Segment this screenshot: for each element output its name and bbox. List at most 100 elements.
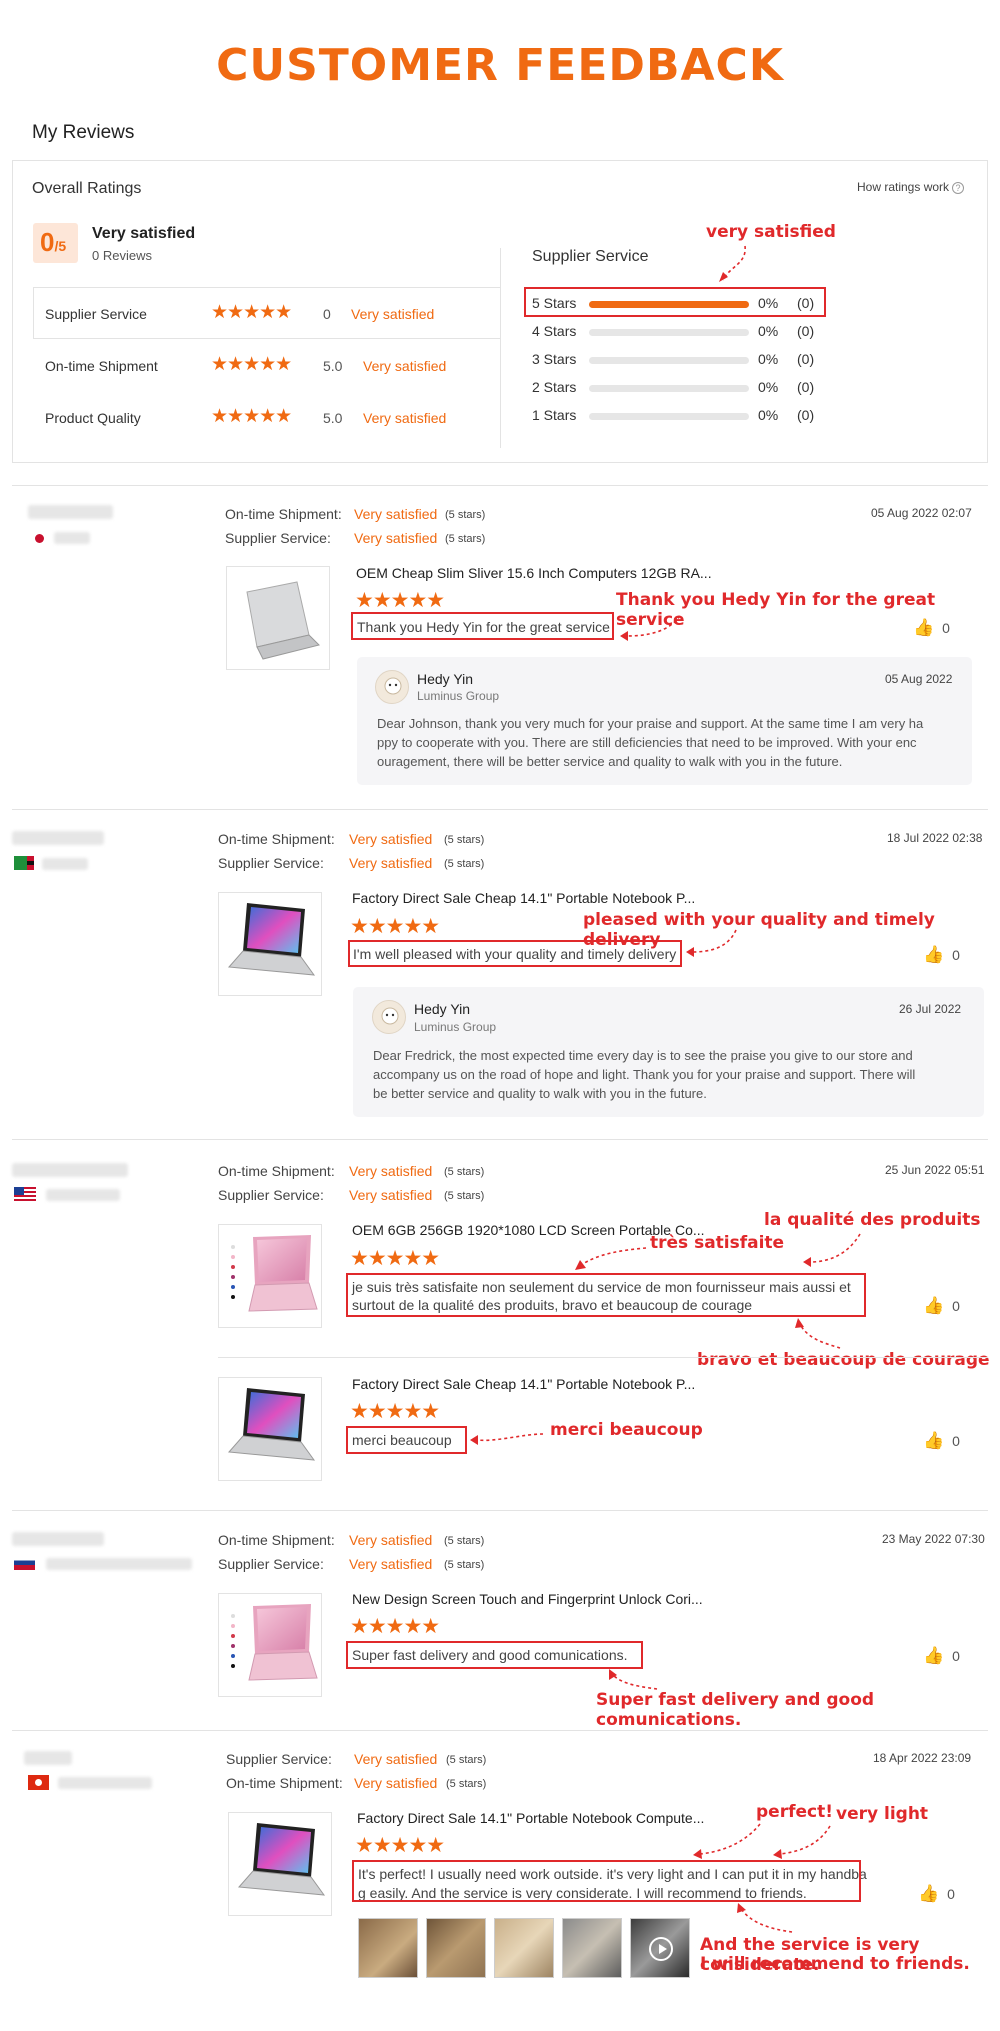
- review-stars: ★★★★★: [350, 1400, 440, 1423]
- thumbs-up-icon: 👍: [918, 1884, 940, 1903]
- annotation-arrow: [719, 245, 746, 282]
- reviewer-country: [58, 1777, 152, 1789]
- star-bar-count: (0): [797, 295, 815, 311]
- help-icon: ?: [952, 181, 965, 194]
- thumbs-up-icon: 👍: [923, 1646, 945, 1665]
- highlight-box: [346, 1426, 467, 1454]
- product-thumbnail[interactable]: [228, 1812, 332, 1916]
- star-bar-label[interactable]: 5 Stars: [532, 295, 576, 311]
- ontime-value: Very satisfied: [354, 1775, 438, 1791]
- review-photo[interactable]: [426, 1918, 486, 1978]
- like-button[interactable]: 👍 0: [923, 1646, 960, 1666]
- divider: [12, 809, 988, 810]
- review-photo[interactable]: [562, 1918, 622, 1978]
- review-stars: ★★★★★: [355, 589, 445, 612]
- avatar: [372, 1000, 406, 1034]
- star-bar: [589, 413, 749, 420]
- review-stars: ★★★★★: [350, 915, 440, 938]
- thumbs-up-icon: 👍: [913, 618, 935, 637]
- product-title[interactable]: Factory Direct Sale Cheap 14.1" Portable…: [352, 890, 695, 906]
- review-date: 05 Aug 2022 02:07: [871, 506, 972, 520]
- thumbs-up-icon: 👍: [923, 945, 945, 964]
- reviewer-name: [28, 505, 113, 519]
- supplier-stars-text: (5 stars): [445, 533, 486, 545]
- product-thumbnail[interactable]: [218, 1224, 322, 1328]
- ontime-value: Very satisfied: [349, 831, 433, 847]
- reviewer-country: [42, 858, 88, 870]
- product-title[interactable]: New Design Screen Touch and Fingerprint …: [352, 1591, 703, 1607]
- annotation: pleased with your quality and timely del…: [583, 910, 935, 950]
- rating-stars: ★★★★★: [211, 302, 292, 323]
- like-button[interactable]: 👍 0: [923, 945, 960, 965]
- star-bar-label[interactable]: 2 Stars: [532, 379, 576, 395]
- divider: [500, 248, 501, 448]
- annotation-arrow: [795, 1318, 841, 1349]
- like-button[interactable]: 👍 0: [913, 618, 950, 638]
- thumbs-up-icon: 👍: [923, 1431, 945, 1450]
- supplier-stars-text: (5 stars): [444, 1190, 485, 1202]
- reviewer-name: [24, 1751, 72, 1765]
- reply-text-line: Dear Johnson, thank you very much for yo…: [377, 716, 924, 731]
- ontime-value: Very satisfied: [354, 506, 438, 522]
- annotation-arrow: [693, 1823, 761, 1859]
- review-video-thumbnail[interactable]: [630, 1918, 690, 1978]
- star-bar: [589, 301, 749, 308]
- reply-org: Luminus Group: [417, 689, 500, 703]
- overall-ratings-label: Overall Ratings: [32, 180, 142, 197]
- review-photo[interactable]: [358, 1918, 418, 1978]
- annotation: Super fast delivery and good comunicatio…: [596, 1690, 875, 1730]
- review-stars: ★★★★★: [355, 1834, 445, 1857]
- supplier-value: Very satisfied: [354, 1751, 438, 1767]
- play-icon: [649, 1937, 673, 1961]
- annotation: very light: [836, 1804, 929, 1824]
- rating-value: 5.0: [323, 410, 343, 426]
- product-title[interactable]: Factory Direct Sale 14.1" Portable Noteb…: [357, 1810, 704, 1826]
- product-thumbnail[interactable]: [218, 892, 322, 996]
- avatar: [375, 670, 409, 704]
- review-photo[interactable]: [494, 1918, 554, 1978]
- flag-icon: [14, 1556, 35, 1570]
- star-bar-label[interactable]: 1 Stars: [532, 407, 576, 423]
- product-thumbnail[interactable]: [226, 566, 330, 670]
- rating-label-supplier-service[interactable]: Supplier Service: [45, 306, 147, 322]
- star-bar: [589, 357, 749, 364]
- annotation-arrow: [773, 1825, 831, 1859]
- ontime-stars-text: (5 stars): [446, 1778, 487, 1790]
- how-ratings-work-link[interactable]: How ratings work?: [857, 180, 965, 194]
- supplier-stars-text: (5 stars): [444, 858, 485, 870]
- reviewer-country: [46, 1558, 192, 1570]
- like-button[interactable]: 👍 0: [923, 1296, 960, 1316]
- rating-value: 0: [323, 306, 331, 322]
- rating-label-product-quality[interactable]: Product Quality: [45, 410, 141, 426]
- annotation-arrow: [470, 1433, 544, 1445]
- product-thumbnail[interactable]: [218, 1593, 322, 1697]
- review-stars: ★★★★★: [350, 1615, 440, 1638]
- divider: [12, 485, 988, 486]
- star-bar-label[interactable]: 3 Stars: [532, 351, 576, 367]
- product-title[interactable]: OEM Cheap Slim Sliver 15.6 Inch Computer…: [356, 565, 712, 581]
- thumbs-up-icon: 👍: [923, 1296, 945, 1315]
- supplier-label: Supplier Service:: [218, 1187, 324, 1203]
- supplier-service-breakdown-title: Supplier Service: [532, 248, 649, 265]
- reply-text-line: ouragement, there will be better service…: [377, 754, 843, 769]
- star-bar-label[interactable]: 4 Stars: [532, 323, 576, 339]
- ontime-stars-text: (5 stars): [444, 834, 485, 846]
- annotation: I will recommend to friends.: [700, 1954, 970, 1974]
- ontime-stars-text: (5 stars): [445, 509, 486, 521]
- like-button[interactable]: 👍 0: [918, 1884, 955, 1904]
- star-bar-percent: 0%: [758, 323, 779, 339]
- like-button[interactable]: 👍 0: [923, 1431, 960, 1451]
- ontime-stars-text: (5 stars): [444, 1166, 485, 1178]
- flag-icon: [28, 1775, 49, 1790]
- product-thumbnail[interactable]: [218, 1377, 322, 1481]
- ontime-label: On-time Shipment:: [218, 1163, 335, 1179]
- product-title[interactable]: Factory Direct Sale Cheap 14.1" Portable…: [352, 1376, 695, 1392]
- reply-text-line: ppy to cooperate with you. There are sti…: [377, 735, 917, 750]
- overall-summary: Very satisfied: [92, 225, 196, 242]
- rating-label-on-time-shipment[interactable]: On-time Shipment: [45, 358, 158, 374]
- annotation-arrow: [803, 1233, 861, 1267]
- star-bar-percent: 0%: [758, 407, 779, 423]
- reply-date: 26 Jul 2022: [899, 1002, 962, 1016]
- supplier-value: Very satisfied: [354, 530, 438, 546]
- ontime-value: Very satisfied: [349, 1532, 433, 1548]
